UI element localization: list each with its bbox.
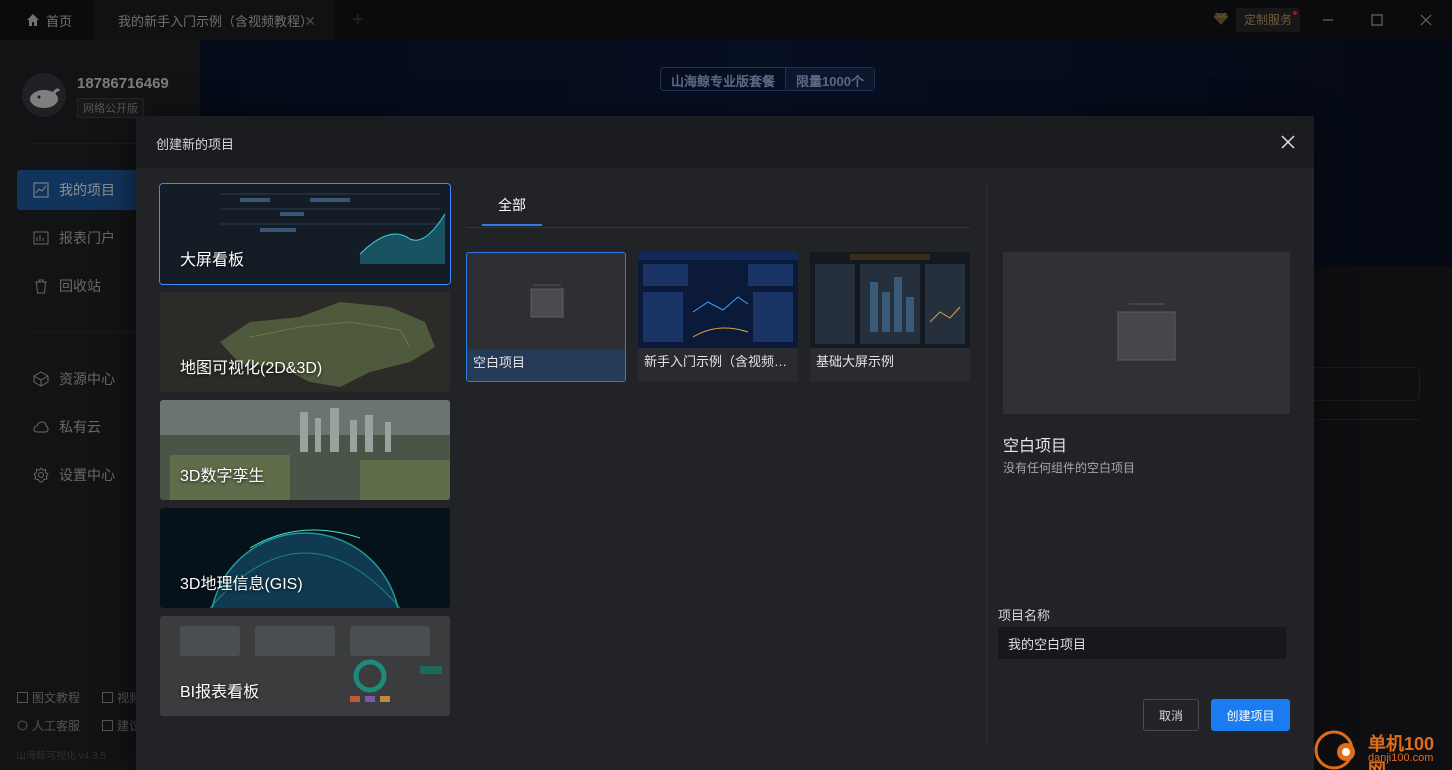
dialog-header: 创建新的项目 (136, 116, 1314, 168)
template-label: 空白项目 (467, 349, 625, 381)
watermark-brand: 单机100网 (1368, 734, 1435, 770)
panel-divider (986, 184, 987, 744)
blank-page-icon (467, 253, 625, 349)
beginner-thumbnail (638, 252, 798, 348)
preview-title: 空白项目 (1003, 438, 1068, 455)
category-digital-twin[interactable]: 3D数字孪生 (160, 400, 450, 500)
category-label: 地图可视化(2D&3D) (180, 360, 323, 377)
create-project-button[interactable]: 创建项目 (1211, 699, 1290, 731)
template-blank[interactable]: 空白项目 (466, 252, 626, 382)
tab-divider (466, 227, 970, 228)
category-map[interactable]: 地图可视化(2D&3D) (160, 292, 450, 392)
cancel-button[interactable]: 取消 (1143, 699, 1199, 731)
watermark-url: danji100.com (1368, 752, 1434, 764)
project-name-label: 项目名称 (998, 608, 1051, 623)
category-label: 大屏看板 (180, 252, 245, 269)
template-beginner[interactable]: 新手入门示例（含视频教程） (638, 252, 798, 382)
app-window: 首页 我的新手入门示例（含视频教程） ✕ + 定制服务 18786716469 … (0, 0, 1452, 770)
category-dashboard[interactable]: 大屏看板 (159, 183, 451, 285)
template-label: 基础大屏示例 (810, 348, 970, 382)
dialog-title: 创建新的项目 (156, 137, 235, 152)
category-gis[interactable]: 3D地理信息(GIS) (160, 508, 450, 608)
category-label: 3D地理信息(GIS) (180, 576, 303, 593)
template-label: 新手入门示例（含视频教程） (638, 348, 798, 382)
category-label: BI报表看板 (180, 684, 260, 701)
category-bi-report[interactable]: BI报表看板 (160, 616, 450, 716)
category-label: 3D数字孪生 (180, 468, 265, 485)
blank-page-preview-icon (1117, 303, 1176, 361)
project-name-input[interactable] (998, 627, 1286, 659)
preview-description: 没有任何组件的空白项目 (1003, 461, 1136, 475)
close-dialog-icon[interactable] (1280, 134, 1296, 150)
template-preview (1003, 252, 1290, 414)
template-basic-dashboard[interactable]: 基础大屏示例 (810, 252, 970, 382)
create-project-dialog: 创建新的项目 大屏看板 地图可视化(2D&3D) 3D数字孪生 3D地理信息(G… (136, 116, 1314, 770)
basic-dashboard-thumbnail (810, 252, 970, 348)
tab-all[interactable]: 全部 (482, 184, 542, 226)
